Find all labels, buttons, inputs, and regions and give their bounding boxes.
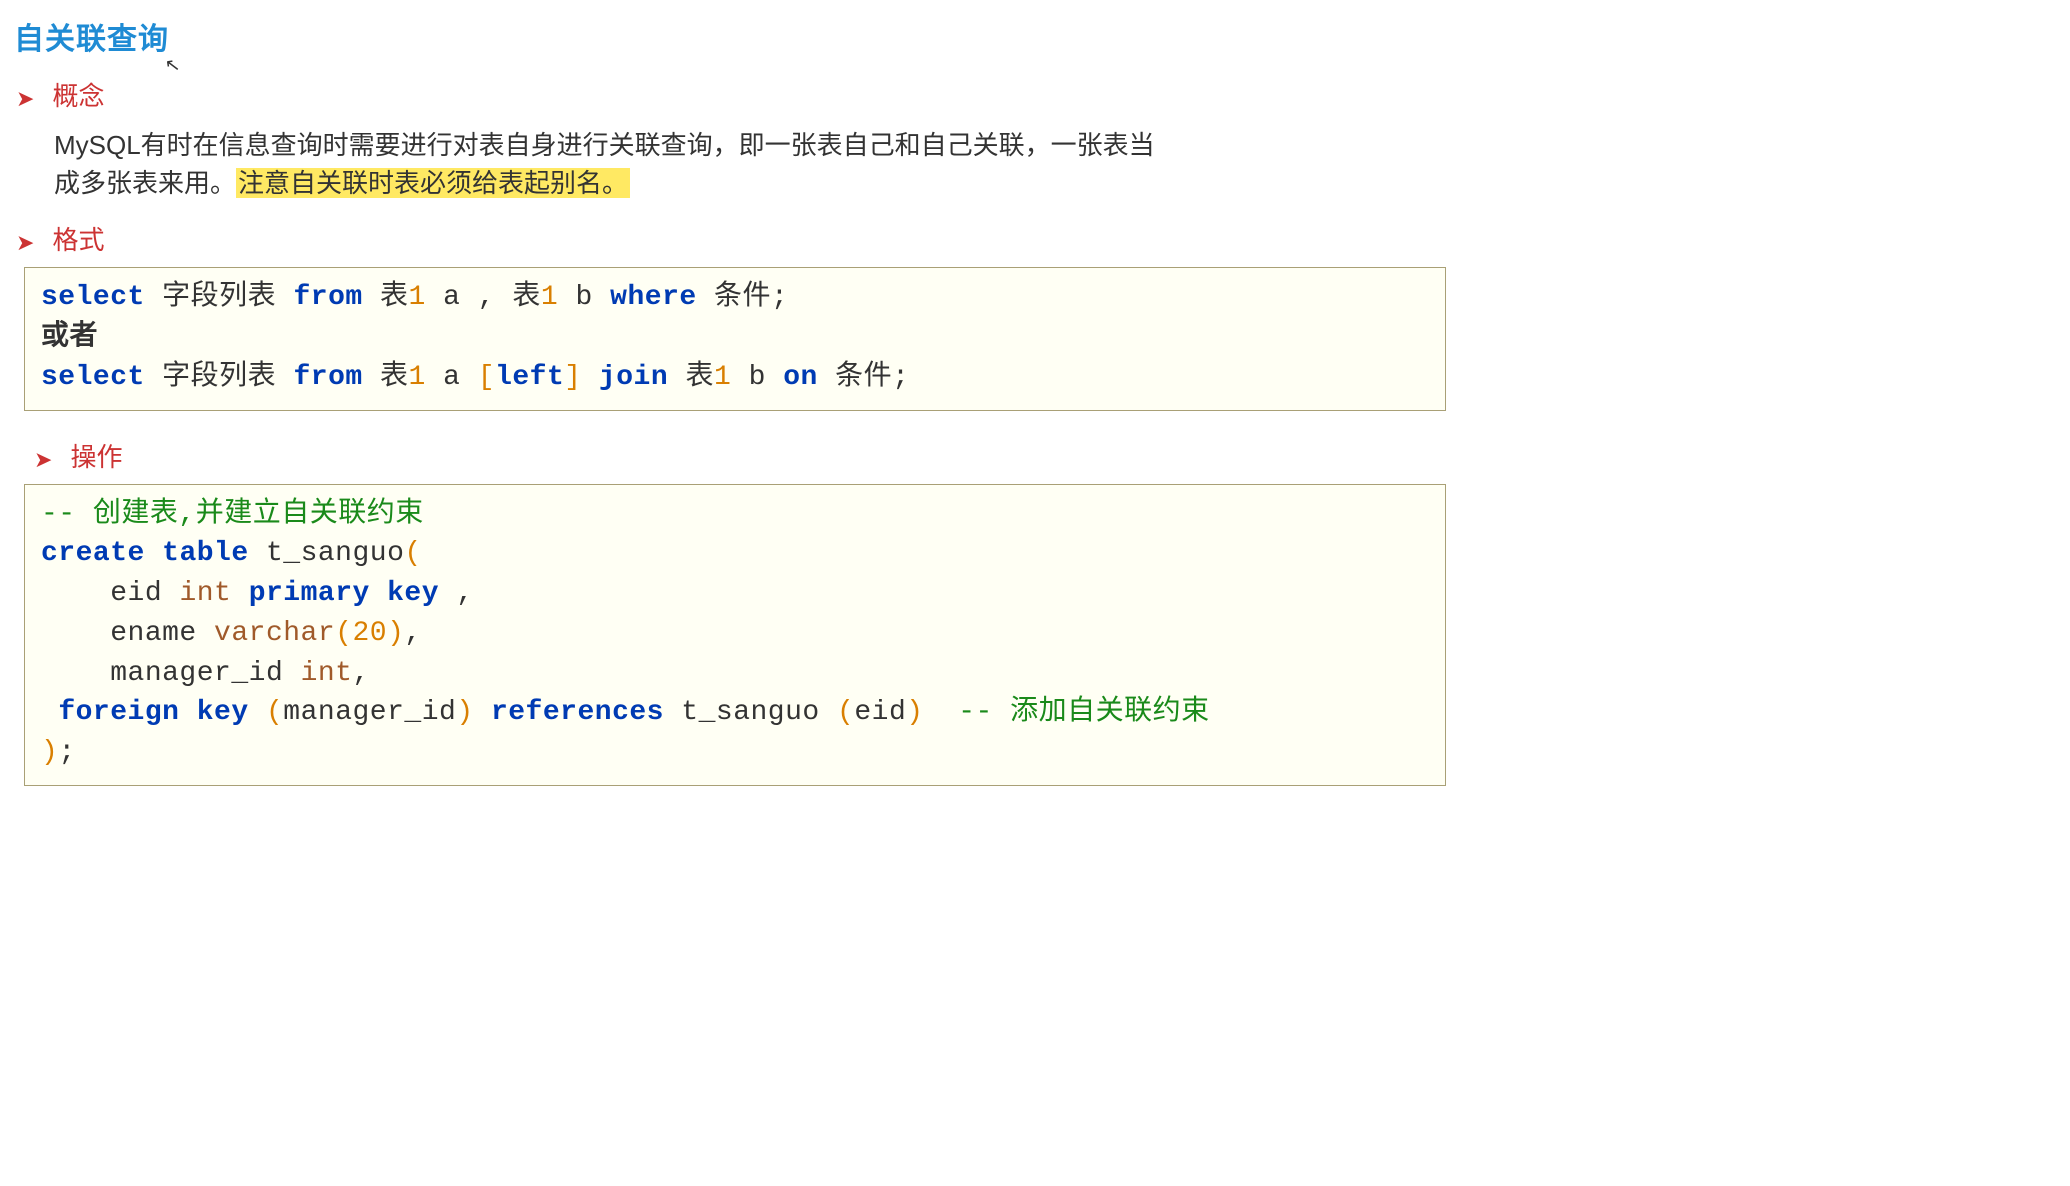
comment: -- 创建表,并建立自关联约束 (41, 499, 424, 530)
type: int (301, 658, 353, 689)
section-label-concept: 概念 (52, 76, 104, 113)
paren: ( (837, 697, 854, 728)
paren: ( (404, 538, 421, 569)
format-code-block: select 字段列表 from 表1 a , 表1 b where 条件; 或… (24, 267, 1446, 410)
txt-alias: b (576, 282, 593, 313)
page-title: 自关联查询 (14, 14, 1446, 58)
txt-comma: , (478, 282, 495, 313)
kw-from: from (293, 362, 362, 393)
paren: ) (906, 697, 923, 728)
kw-where: where (610, 282, 697, 313)
concept-paragraph: MySQL有时在信息查询时需要进行对表自身进行关联查询，即一张表自己和自己关联，… (54, 127, 1174, 202)
txt-table: 表 (512, 282, 541, 313)
type: varchar (214, 618, 335, 649)
bullet-arrow-icon: ➤ (16, 232, 34, 254)
comma: , (456, 578, 473, 609)
kw-table: table (162, 538, 249, 569)
txt-cond: 条件; (835, 362, 909, 393)
num: 1 (409, 362, 426, 393)
paren: ) (41, 737, 58, 768)
identifier: manager_id (283, 697, 456, 728)
kw-create: create (41, 538, 145, 569)
paren: ( (266, 697, 283, 728)
bullet-arrow-icon: ➤ (16, 88, 34, 110)
txt-fieldlist: 字段列表 (162, 362, 276, 393)
txt-table: 表 (685, 362, 714, 393)
operation-code-block: -- 创建表,并建立自关联约束 create table t_sanguo( e… (24, 484, 1446, 786)
bracket: ] (564, 362, 581, 393)
txt-cond: 条件; (714, 282, 788, 313)
section-heading-format: ➤ 格式 (14, 220, 1446, 257)
type: int (179, 578, 231, 609)
kw-key: key (387, 578, 439, 609)
kw-join: join (599, 362, 668, 393)
identifier: ename (110, 618, 197, 649)
bracket: [ (478, 362, 495, 393)
num: 20 (352, 618, 387, 649)
kw-select: select (41, 362, 145, 393)
section-heading-operation: ➤ 操作 (14, 437, 1446, 474)
paren: ) (387, 618, 404, 649)
identifier: manager_id (110, 658, 283, 689)
operation-code: -- 创建表,并建立自关联约束 create table t_sanguo( e… (41, 495, 1429, 773)
identifier: t_sanguo (266, 538, 404, 569)
txt-alias: a (443, 282, 460, 313)
kw-from: from (293, 282, 362, 313)
section-label-operation: 操作 (70, 437, 122, 474)
kw-left: left (495, 362, 564, 393)
kw-primary: primary (249, 578, 370, 609)
txt-table: 表 (380, 282, 409, 313)
identifier: eid (854, 697, 906, 728)
comma: , (404, 618, 421, 649)
comma: , (352, 658, 369, 689)
document-page: ↖ 自关联查询 ➤ 概念 MySQL有时在信息查询时需要进行对表自身进行关联查询… (0, 0, 1460, 832)
kw-references: references (491, 697, 664, 728)
paren: ( (335, 618, 352, 649)
semicolon: ; (58, 737, 75, 768)
identifier: eid (110, 578, 162, 609)
num: 1 (409, 282, 426, 313)
format-code: select 字段列表 from 表1 a , 表1 b where 条件; 或… (41, 278, 1429, 397)
txt-fieldlist: 字段列表 (162, 282, 276, 313)
bullet-arrow-icon: ➤ (34, 449, 52, 471)
paren: ) (456, 697, 473, 728)
kw-key: key (197, 697, 249, 728)
txt-alias: a (443, 362, 460, 393)
or-label: 或者 (41, 322, 98, 353)
comment: -- 添加自关联约束 (958, 697, 1209, 728)
kw-select: select (41, 282, 145, 313)
kw-foreign: foreign (58, 697, 179, 728)
concept-text-highlight: 注意自关联时表必须给表起别名。 (236, 168, 630, 198)
identifier: t_sanguo (681, 697, 819, 728)
section-heading-concept: ➤ 概念 (14, 76, 1446, 113)
num: 1 (714, 362, 731, 393)
section-label-format: 格式 (52, 220, 104, 257)
kw-on: on (783, 362, 818, 393)
txt-table: 表 (380, 362, 409, 393)
txt-alias: b (749, 362, 766, 393)
num: 1 (541, 282, 558, 313)
